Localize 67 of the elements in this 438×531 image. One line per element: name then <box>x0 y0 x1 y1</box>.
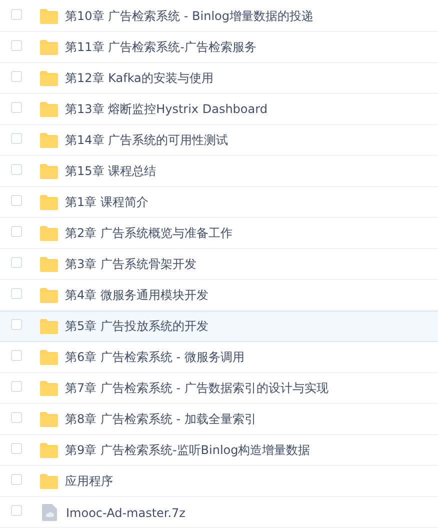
file-icon <box>42 504 57 521</box>
folder-icon <box>40 381 58 396</box>
file-name: 第4章 微服务通用模块开发 <box>65 287 208 304</box>
file-name: 第5章 广告投放系统的开发 <box>65 318 208 335</box>
file-name: 第3章 广告系统骨架开发 <box>65 256 196 273</box>
file-row[interactable]: 第14章 广告系统的可用性测试 <box>0 125 438 156</box>
file-row[interactable]: 第3章 广告系统骨架开发 <box>0 249 438 280</box>
file-row[interactable]: Imooc-Ad-master.7z <box>0 497 438 528</box>
folder-icon <box>40 350 58 365</box>
folder-icon <box>40 319 58 334</box>
folder-icon <box>40 40 58 55</box>
checkbox[interactable] <box>11 350 22 361</box>
file-name: 第2章 广告系统概览与准备工作 <box>65 225 232 242</box>
file-row[interactable]: 第1章 课程简介 <box>0 187 438 218</box>
file-name: 第10章 广告检索系统 - Binlog增量数据的投递 <box>65 8 314 25</box>
folder-icon <box>40 226 58 241</box>
file-row[interactable]: 第12章 Kafka的安装与使用 <box>0 63 438 94</box>
file-row[interactable]: 第13章 熔断监控Hystrix Dashboard <box>0 94 438 125</box>
file-name: 应用程序 <box>65 473 113 490</box>
file-name: 第7章 广告检索系统 - 广告数据索引的设计与实现 <box>65 380 328 397</box>
checkbox[interactable] <box>11 71 22 82</box>
file-name: 第12章 Kafka的安装与使用 <box>65 70 214 87</box>
file-row[interactable]: 第7章 广告检索系统 - 广告数据索引的设计与实现 <box>0 373 438 404</box>
checkbox[interactable] <box>11 40 22 51</box>
file-row[interactable]: 第6章 广告检索系统 - 微服务调用 <box>0 342 438 373</box>
checkbox[interactable] <box>11 505 22 516</box>
file-row[interactable]: 第11章 广告检索系统-广告检索服务 <box>0 32 438 63</box>
checkbox[interactable] <box>11 9 22 20</box>
file-name: 第6章 广告检索系统 - 微服务调用 <box>65 349 244 366</box>
file-row[interactable]: 应用程序 <box>0 466 438 497</box>
file-name: 第13章 熔断监控Hystrix Dashboard <box>65 101 268 118</box>
folder-icon <box>40 474 58 489</box>
file-row[interactable]: 第8章 广告检索系统 - 加载全量索引 <box>0 404 438 435</box>
folder-icon <box>40 443 58 458</box>
file-name: 第15章 课程总结 <box>65 163 156 180</box>
checkbox[interactable] <box>11 102 22 113</box>
file-row[interactable]: 第9章 广告检索系统-监听Binlog构造增量数据 <box>0 435 438 466</box>
file-name: 第14章 广告系统的可用性测试 <box>65 132 228 149</box>
file-row[interactable]: 第15章 课程总结 <box>0 156 438 187</box>
checkbox[interactable] <box>11 133 22 144</box>
folder-icon <box>40 133 58 148</box>
checkbox[interactable] <box>11 412 22 423</box>
checkbox[interactable] <box>11 319 22 330</box>
checkbox[interactable] <box>11 164 22 175</box>
checkbox[interactable] <box>11 195 22 206</box>
checkbox[interactable] <box>11 443 22 454</box>
folder-icon <box>40 257 58 272</box>
checkbox[interactable] <box>11 288 22 299</box>
folder-icon <box>40 164 58 179</box>
folder-icon <box>40 195 58 210</box>
folder-icon <box>40 288 58 303</box>
checkbox[interactable] <box>11 257 22 268</box>
file-row[interactable]: 第5章 广告投放系统的开发 <box>0 311 438 342</box>
folder-icon <box>40 71 58 86</box>
folder-icon <box>40 102 58 117</box>
file-name: 第11章 广告检索系统-广告检索服务 <box>65 39 256 56</box>
file-name: 第1章 课程简介 <box>65 194 148 211</box>
file-name: 第8章 广告检索系统 - 加载全量索引 <box>65 411 256 428</box>
file-row[interactable]: 第2章 广告系统概览与准备工作 <box>0 218 438 249</box>
checkbox[interactable] <box>11 474 22 485</box>
checkbox[interactable] <box>11 381 22 392</box>
file-name: 第9章 广告检索系统-监听Binlog构造增量数据 <box>65 442 310 459</box>
folder-icon <box>40 9 58 24</box>
folder-icon <box>40 412 58 427</box>
file-row[interactable]: 第10章 广告检索系统 - Binlog增量数据的投递 <box>0 1 438 32</box>
file-name: Imooc-Ad-master.7z <box>66 506 186 520</box>
checkbox[interactable] <box>11 226 22 237</box>
